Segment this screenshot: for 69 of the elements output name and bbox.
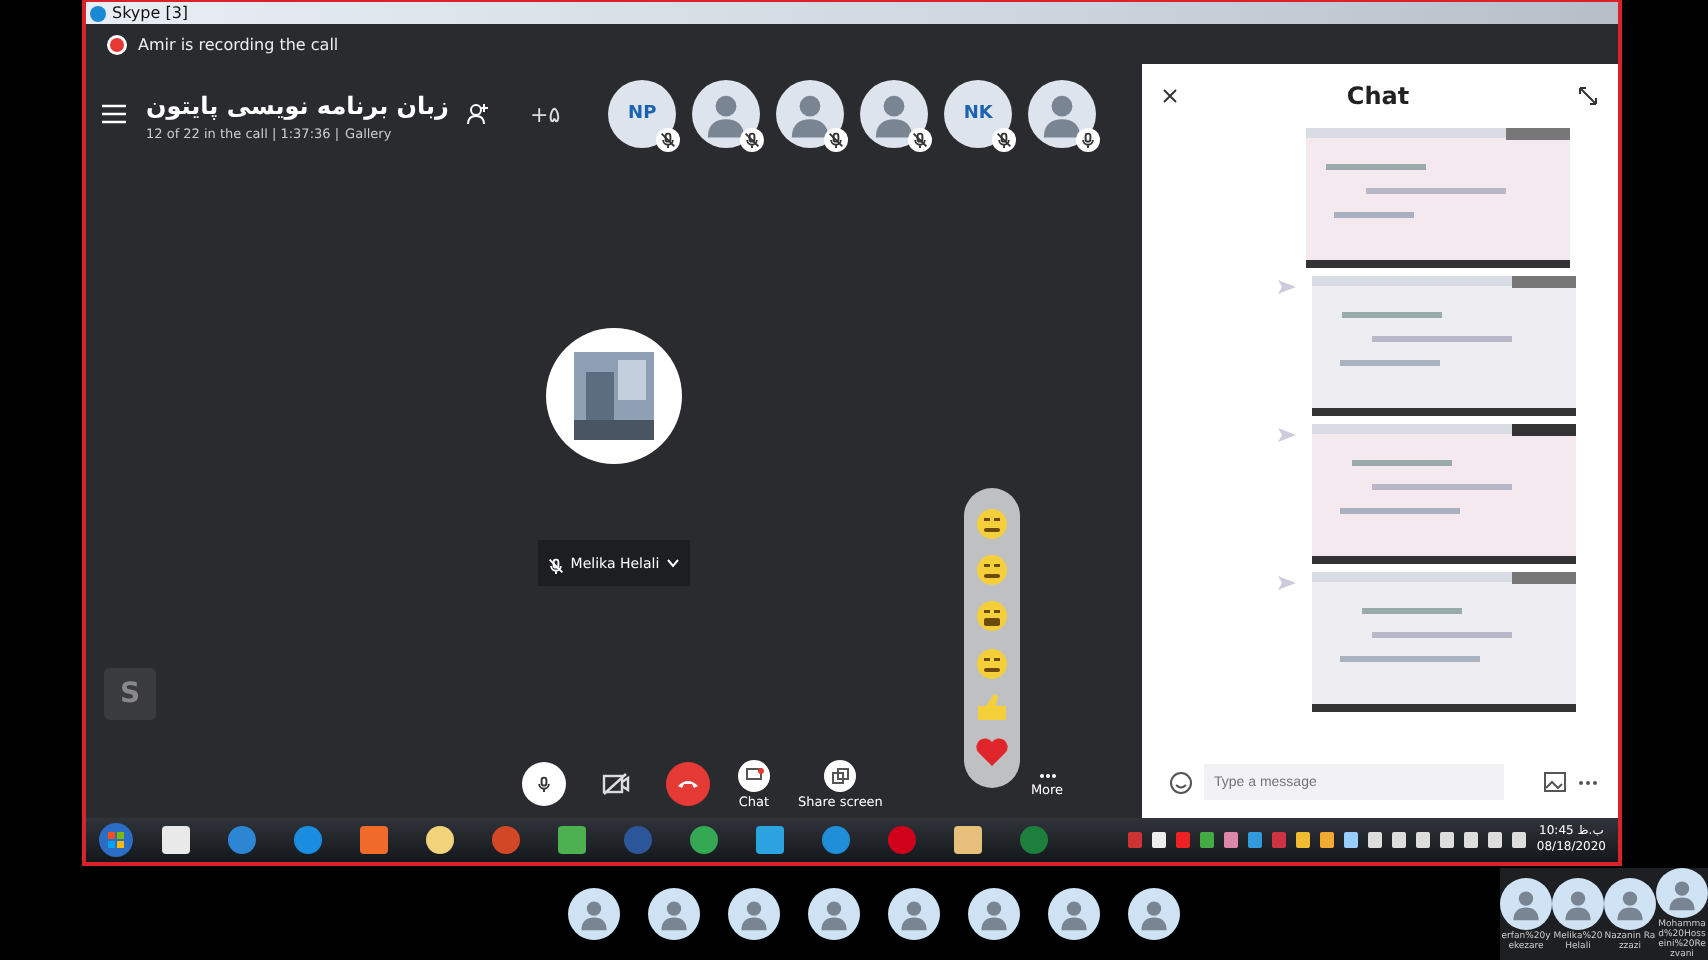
chat-title: Chat <box>1346 82 1410 110</box>
start-icon[interactable] <box>98 822 134 858</box>
person-icon <box>976 896 1012 932</box>
close-icon[interactable] <box>1162 88 1178 104</box>
app-icon <box>558 826 586 854</box>
person-icon <box>1560 885 1596 921</box>
person-icon <box>1056 896 1092 932</box>
app-icon <box>294 826 322 854</box>
app-icon <box>624 826 652 854</box>
emoji-icon[interactable] <box>976 507 1008 540</box>
video-off-icon <box>602 772 630 796</box>
sent-icon <box>1278 280 1296 294</box>
person-icon <box>1136 896 1172 932</box>
person-icon <box>576 896 612 932</box>
call-title: زبان برنامه نویسی پایتون <box>146 90 449 124</box>
avatar-initials: NK <box>963 104 993 124</box>
mic-icon <box>536 776 552 792</box>
app-icon <box>360 826 388 854</box>
person-icon <box>1664 875 1700 911</box>
participant-avatar[interactable] <box>776 80 845 148</box>
app-icon <box>228 826 256 854</box>
thumbs-up-icon[interactable] <box>976 693 1008 722</box>
app-icon <box>426 826 454 854</box>
emoji-icon[interactable] <box>1170 771 1192 793</box>
participant-avatar[interactable]: NK <box>944 80 1013 148</box>
app-icon <box>162 826 190 854</box>
avatar-initials: NP <box>628 104 657 124</box>
participant-avatar[interactable] <box>1028 80 1097 148</box>
emoji-icon[interactable] <box>976 600 1008 633</box>
image-icon[interactable] <box>1544 772 1566 792</box>
hang-up-button[interactable] <box>666 762 710 806</box>
app-logo-icon <box>90 5 106 21</box>
recording-icon <box>106 33 128 55</box>
more-icon <box>1037 771 1057 779</box>
participant-avatar[interactable] <box>692 80 761 148</box>
app-icon <box>690 826 718 854</box>
person-icon <box>816 896 852 932</box>
expand-icon[interactable] <box>1578 86 1598 106</box>
mic-off-icon <box>548 558 565 574</box>
recording-notice: Amir is recording the call <box>138 35 339 53</box>
emoji-icon[interactable] <box>976 647 1008 680</box>
share-screen-icon <box>831 767 850 783</box>
app-icon <box>1020 826 1048 854</box>
app-icon <box>954 826 982 854</box>
sent-icon <box>1278 576 1296 590</box>
person-icon <box>1612 885 1648 921</box>
heart-icon[interactable] <box>974 736 1010 769</box>
person-icon <box>656 896 692 932</box>
person-icon <box>896 896 932 932</box>
chevron-down-icon <box>665 558 680 568</box>
microphone-button[interactable] <box>522 762 566 806</box>
phone-icon <box>676 778 700 790</box>
app-icon <box>756 826 784 854</box>
add-person-icon[interactable] <box>466 102 490 126</box>
tile-letter: S <box>119 678 141 710</box>
menu-icon[interactable] <box>102 104 126 124</box>
participant-avatar[interactable] <box>860 80 929 148</box>
app-icon <box>492 826 520 854</box>
more-icon[interactable] <box>1578 779 1598 785</box>
sent-icon <box>1278 428 1296 442</box>
person-icon <box>1508 885 1544 921</box>
participant-avatar[interactable]: NP <box>608 80 677 148</box>
window-title: Skype [3] <box>112 2 189 24</box>
chat-icon <box>745 767 763 783</box>
more-participants-count[interactable]: +۵ <box>530 101 561 127</box>
person-icon <box>736 896 772 932</box>
emoji-icon[interactable] <box>976 553 1008 586</box>
app-icon <box>888 826 916 854</box>
app-icon <box>822 826 850 854</box>
